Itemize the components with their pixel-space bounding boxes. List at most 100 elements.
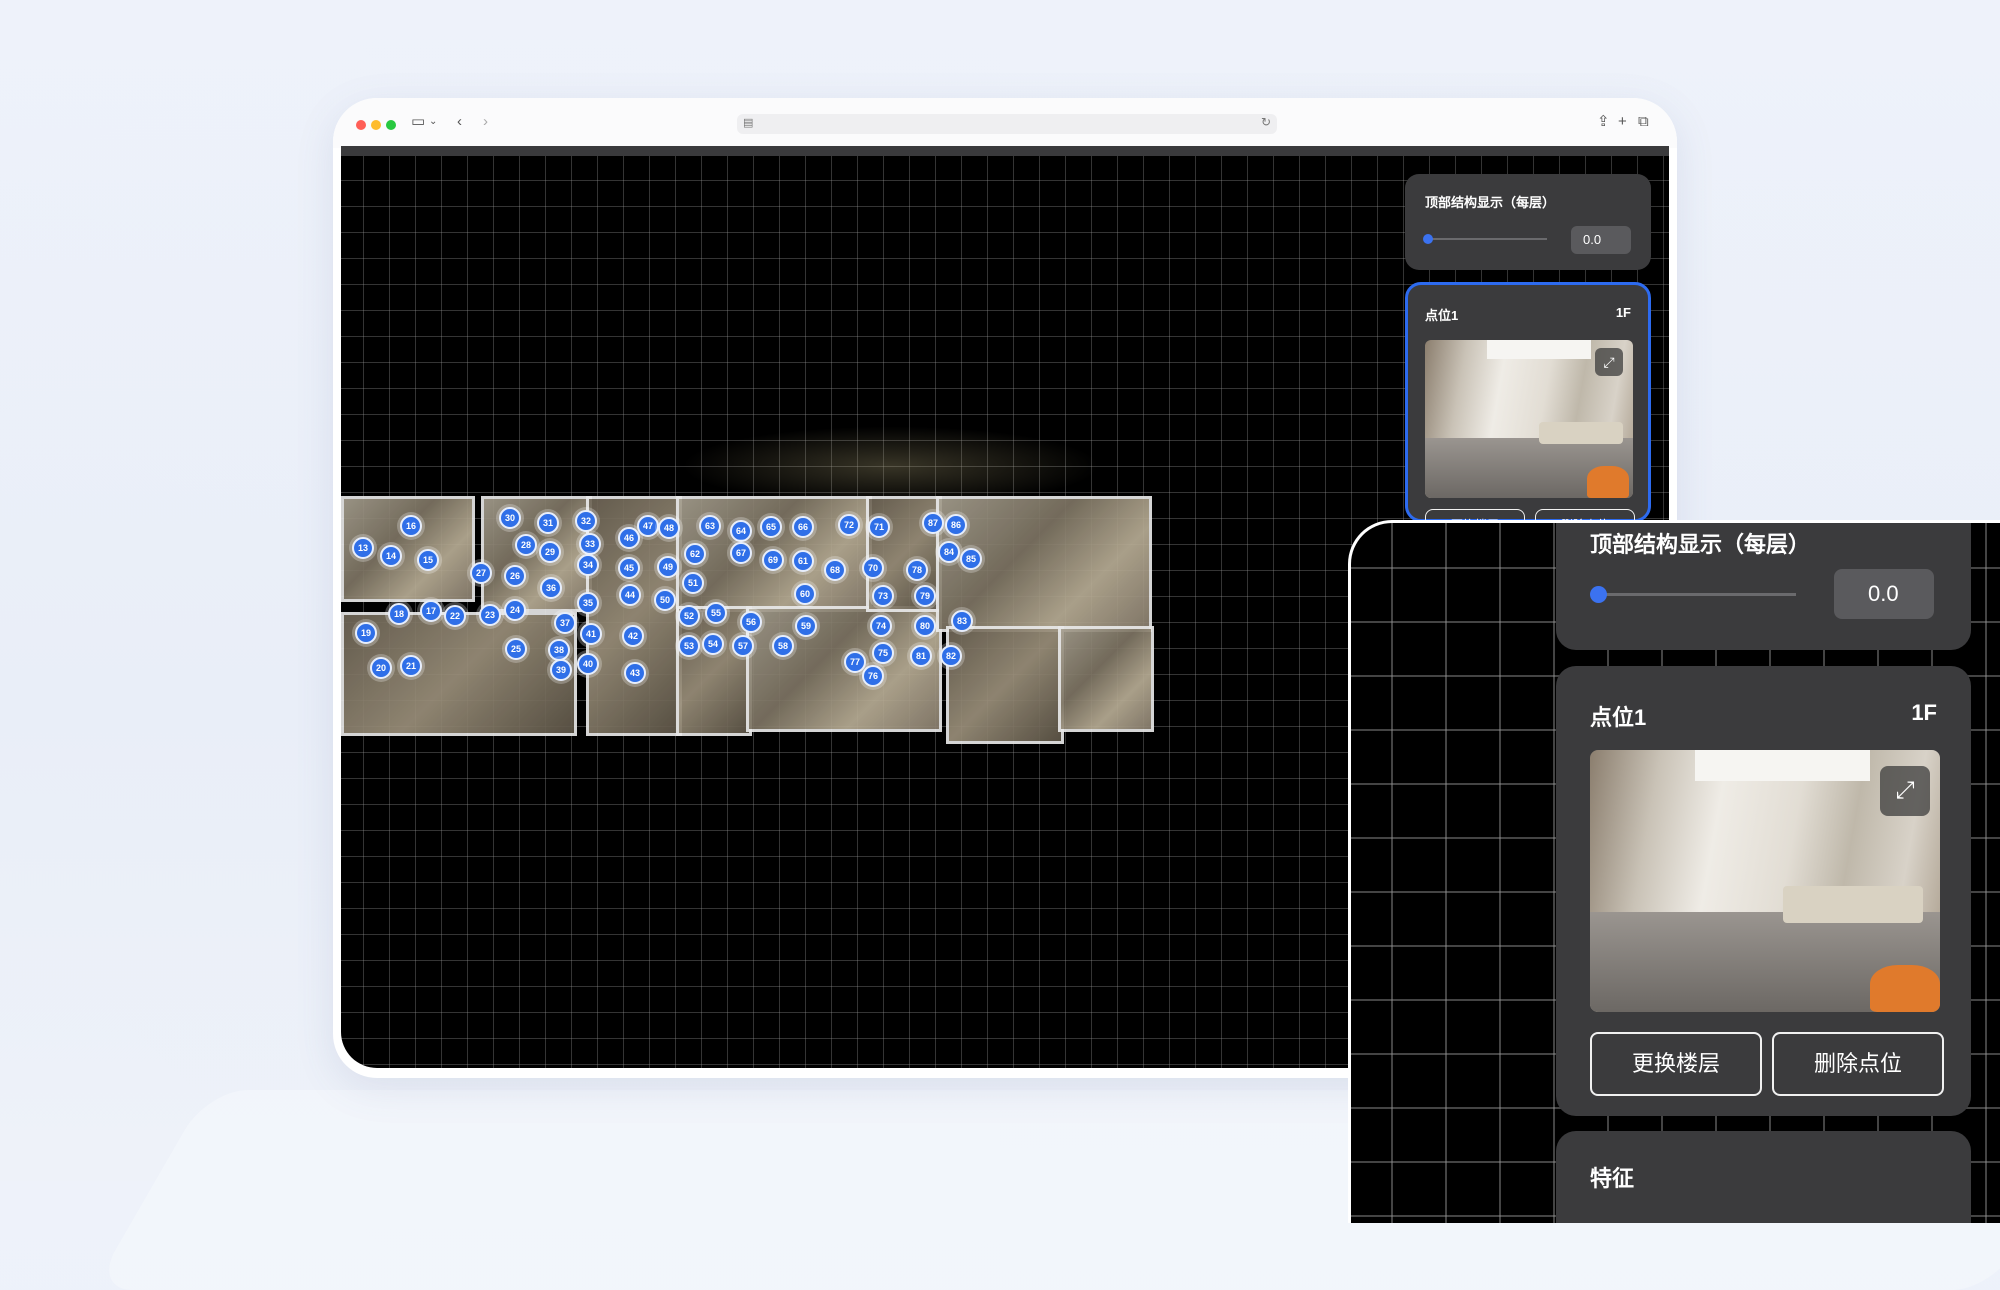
map-point-marker[interactable]: 13 (352, 537, 374, 559)
map-point-marker[interactable]: 62 (684, 543, 706, 565)
map-point-marker[interactable]: 63 (699, 515, 721, 537)
map-point-marker[interactable]: 26 (504, 565, 526, 587)
map-point-marker[interactable]: 19 (355, 622, 377, 644)
map-point-marker[interactable]: 79 (914, 585, 936, 607)
map-point-marker[interactable]: 39 (550, 659, 572, 681)
map-point-marker[interactable]: 20 (370, 657, 392, 679)
slider-knob[interactable] (1423, 234, 1433, 244)
map-point-marker[interactable]: 38 (548, 639, 570, 661)
map-point-marker[interactable]: 60 (794, 583, 816, 605)
map-point-marker[interactable]: 45 (618, 557, 640, 579)
minimize-window-button[interactable] (371, 120, 381, 130)
map-point-marker[interactable]: 28 (515, 534, 537, 556)
map-point-marker[interactable]: 87 (922, 512, 944, 534)
zoom-point-card[interactable]: 点位1 1F ⤢ 更换楼层 删除点位 (1556, 666, 1971, 1116)
map-point-marker[interactable]: 36 (540, 577, 562, 599)
map-point-marker[interactable]: 57 (732, 635, 754, 657)
map-point-marker[interactable]: 35 (577, 592, 599, 614)
map-point-marker[interactable]: 14 (380, 545, 402, 567)
map-point-marker[interactable]: 51 (682, 572, 704, 594)
map-point-marker[interactable]: 74 (870, 615, 892, 637)
map-point-marker[interactable]: 16 (400, 515, 422, 537)
slider-track[interactable] (1427, 238, 1547, 240)
close-window-button[interactable] (356, 120, 366, 130)
map-point-marker[interactable]: 73 (872, 585, 894, 607)
map-point-marker[interactable]: 82 (940, 645, 962, 667)
map-point-marker[interactable]: 18 (388, 603, 410, 625)
map-point-marker[interactable]: 61 (792, 550, 814, 572)
map-point-marker[interactable]: 66 (792, 516, 814, 538)
address-bar[interactable]: ▤ ↻ (737, 114, 1277, 134)
zoom-window-button[interactable] (386, 120, 396, 130)
zoom-delete-point-button[interactable]: 删除点位 (1772, 1032, 1944, 1096)
map-point-marker[interactable]: 85 (960, 548, 982, 570)
map-point-marker[interactable]: 59 (795, 615, 817, 637)
reload-icon[interactable]: ↻ (1261, 115, 1271, 129)
map-point-marker[interactable]: 33 (579, 533, 601, 555)
chevron-down-icon[interactable]: ⌄ (429, 112, 437, 132)
map-point-marker[interactable]: 30 (499, 507, 521, 529)
map-point-marker[interactable]: 42 (622, 625, 644, 647)
map-point-marker[interactable]: 21 (400, 655, 422, 677)
map-point-marker[interactable]: 50 (654, 589, 676, 611)
map-point-marker[interactable]: 72 (838, 514, 860, 536)
back-icon[interactable]: ‹ (457, 112, 462, 132)
zoom-panorama-thumbnail[interactable]: ⤢ (1590, 750, 1940, 1012)
map-point-marker[interactable]: 70 (862, 557, 884, 579)
share-icon[interactable]: ⇪ (1597, 112, 1610, 132)
map-point-marker[interactable]: 48 (658, 517, 680, 539)
map-point-marker[interactable]: 40 (577, 653, 599, 675)
panorama-thumbnail[interactable]: ⤢ (1425, 340, 1633, 498)
map-point-marker[interactable]: 84 (938, 541, 960, 563)
new-tab-icon[interactable]: + (1618, 112, 1627, 132)
map-point-marker[interactable]: 37 (554, 612, 576, 634)
map-point-marker[interactable]: 76 (862, 665, 884, 687)
map-point-marker[interactable]: 49 (657, 556, 679, 578)
zoom-slider-value-input[interactable]: 0.0 (1834, 569, 1934, 619)
map-point-marker[interactable]: 75 (872, 642, 894, 664)
map-point-marker[interactable]: 80 (914, 615, 936, 637)
map-point-marker[interactable]: 41 (580, 623, 602, 645)
map-point-marker[interactable]: 58 (772, 635, 794, 657)
map-point-marker[interactable]: 86 (945, 514, 967, 536)
map-point-marker[interactable]: 53 (678, 635, 700, 657)
zoom-slider-track[interactable] (1596, 593, 1796, 596)
map-point-marker[interactable]: 31 (537, 512, 559, 534)
forward-icon[interactable]: › (483, 112, 488, 132)
zoom-expand-icon[interactable]: ⤢ (1880, 766, 1930, 816)
map-point-marker[interactable]: 67 (730, 542, 752, 564)
map-point-marker[interactable]: 24 (504, 599, 526, 621)
map-point-marker[interactable]: 46 (618, 527, 640, 549)
map-point-marker[interactable]: 71 (868, 516, 890, 538)
map-point-marker[interactable]: 32 (575, 510, 597, 532)
map-point-marker[interactable]: 34 (577, 554, 599, 576)
map-point-marker[interactable]: 55 (705, 602, 727, 624)
map-point-marker[interactable]: 29 (539, 541, 561, 563)
map-point-marker[interactable]: 43 (624, 662, 646, 684)
map-point-marker[interactable]: 17 (420, 600, 442, 622)
map-point-marker[interactable]: 54 (702, 633, 724, 655)
map-point-marker[interactable]: 65 (760, 516, 782, 538)
map-point-marker[interactable]: 68 (824, 559, 846, 581)
map-point-marker[interactable]: 22 (444, 605, 466, 627)
floorplan[interactable]: 13 14 15 16 17 18 19 20 21 22 23 24 25 26 27 28 29 30 31 32… (341, 496, 1211, 766)
map-point-marker[interactable]: 56 (740, 611, 762, 633)
map-point-marker[interactable]: 83 (951, 610, 973, 632)
map-point-marker[interactable]: 78 (906, 559, 928, 581)
sidebar-icon[interactable]: ▭ (411, 112, 425, 132)
map-point-marker[interactable]: 52 (678, 605, 700, 627)
map-point-marker[interactable]: 23 (479, 604, 501, 626)
zoom-slider-knob[interactable] (1590, 586, 1607, 603)
slider-value-input[interactable]: 0.0 (1571, 226, 1631, 254)
map-point-marker[interactable]: 15 (417, 549, 439, 571)
tabs-icon[interactable]: ⧉ (1638, 112, 1649, 132)
expand-icon[interactable]: ⤢ (1595, 348, 1623, 376)
map-point-marker[interactable]: 81 (910, 645, 932, 667)
map-point-marker[interactable]: 25 (505, 638, 527, 660)
map-point-marker[interactable]: 64 (730, 520, 752, 542)
point-card[interactable]: 点位1 1F ⤢ 更换楼层 删除点位 (1405, 282, 1651, 541)
map-point-marker[interactable]: 77 (844, 651, 866, 673)
zoom-change-floor-button[interactable]: 更换楼层 (1590, 1032, 1762, 1096)
map-point-marker[interactable]: 27 (470, 562, 492, 584)
map-point-marker[interactable]: 69 (762, 549, 784, 571)
